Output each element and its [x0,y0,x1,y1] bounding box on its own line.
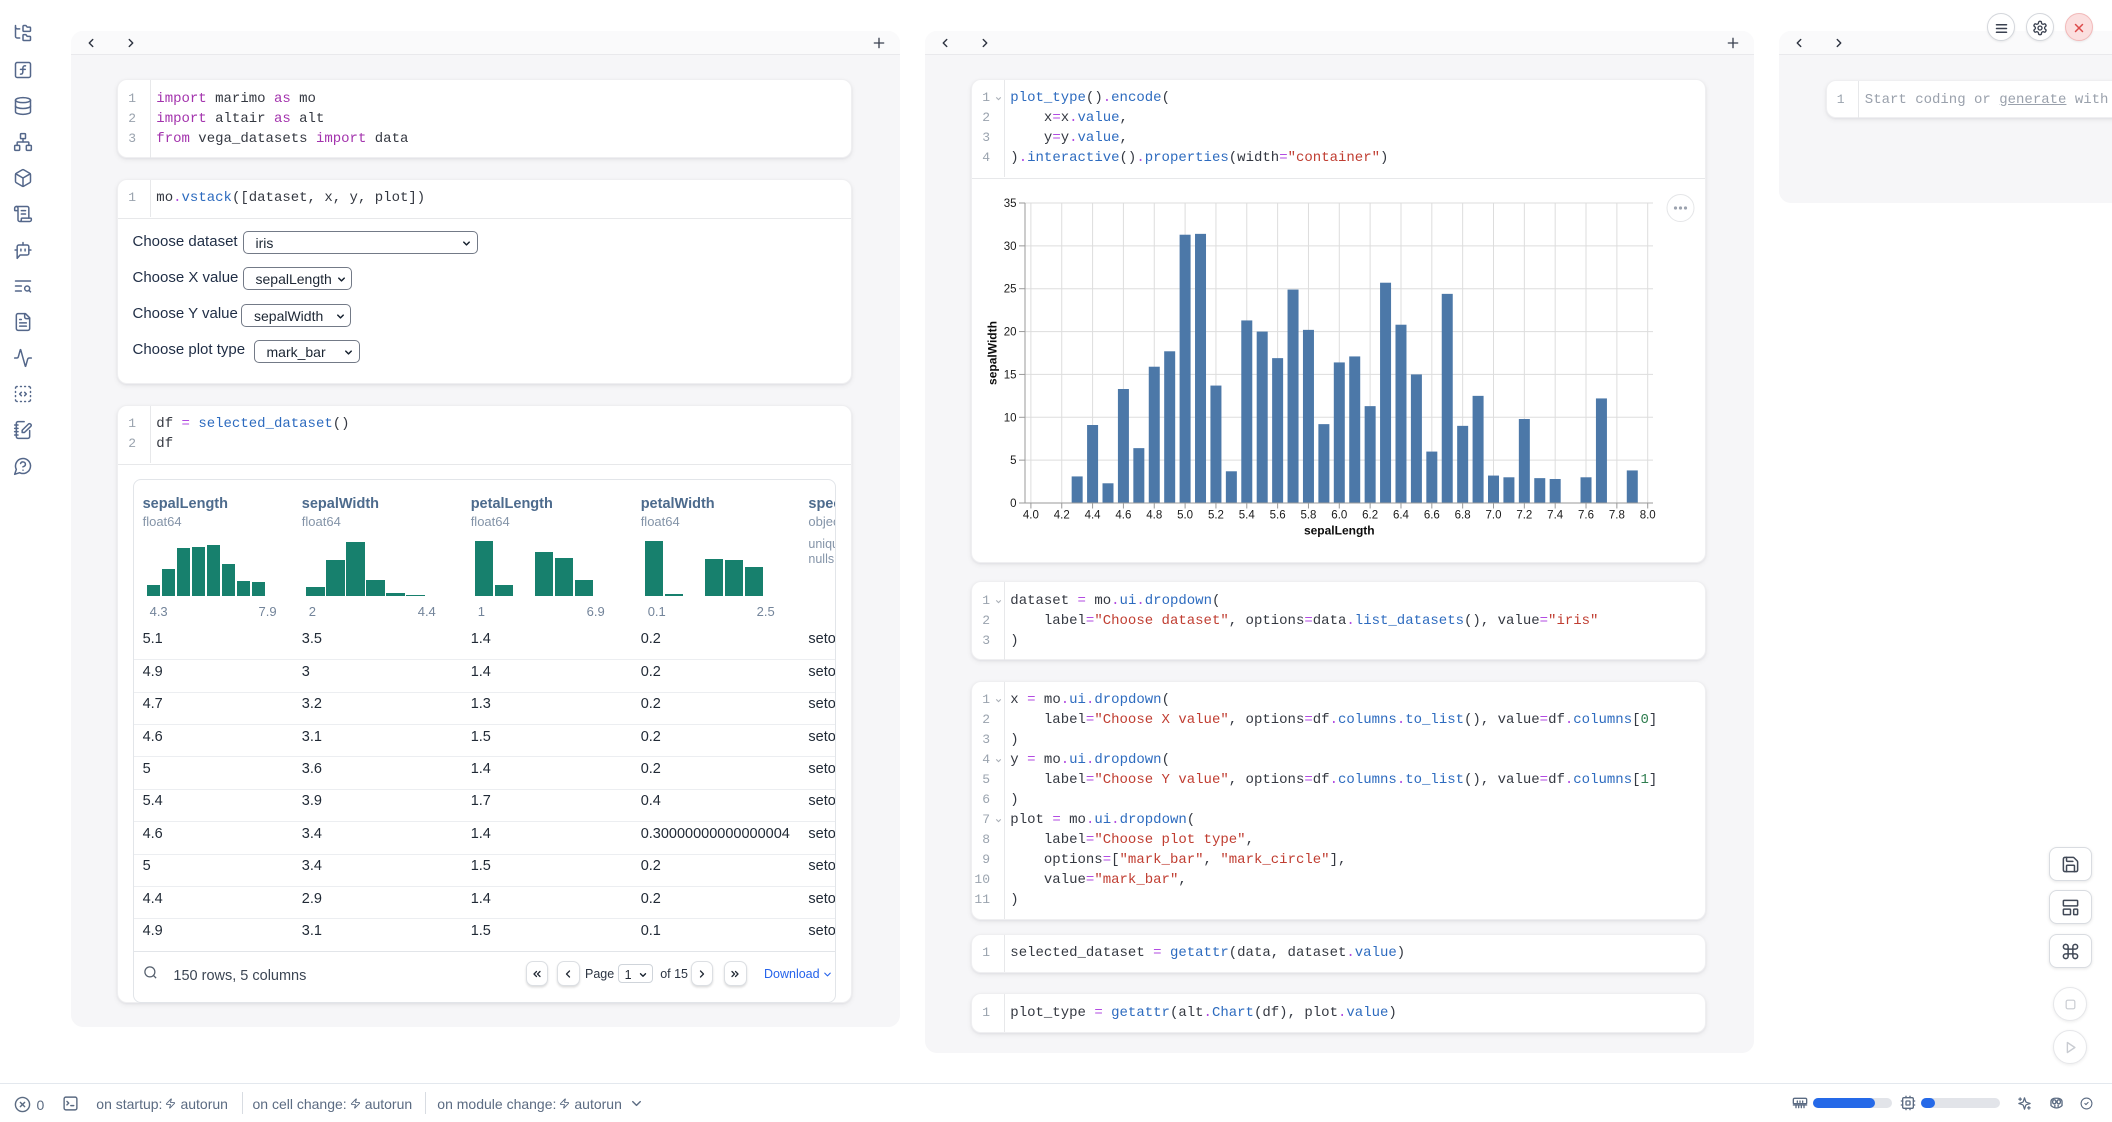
svg-text:20: 20 [1004,326,1017,338]
svg-text:15: 15 [1004,369,1017,381]
svg-text:5: 5 [1010,455,1016,467]
svg-text:7.4: 7.4 [1547,509,1564,521]
svg-text:0: 0 [1010,498,1016,510]
svg-text:5.4: 5.4 [1239,509,1256,521]
svg-text:4.8: 4.8 [1146,509,1162,521]
svg-text:25: 25 [1004,283,1017,295]
svg-text:5.0: 5.0 [1177,509,1193,521]
svg-text:5.2: 5.2 [1208,509,1224,521]
svg-text:8.0: 8.0 [1640,509,1656,521]
svg-text:5.8: 5.8 [1300,509,1316,521]
svg-text:6.0: 6.0 [1331,509,1347,521]
svg-text:4.4: 4.4 [1085,509,1102,521]
svg-text:4.2: 4.2 [1054,509,1070,521]
svg-text:5.6: 5.6 [1270,509,1286,521]
svg-text:6.6: 6.6 [1424,509,1440,521]
svg-text:7.0: 7.0 [1486,509,1502,521]
svg-text:7.6: 7.6 [1578,509,1594,521]
svg-text:4.6: 4.6 [1115,509,1131,521]
svg-text:6.4: 6.4 [1393,509,1410,521]
svg-text:7.8: 7.8 [1609,509,1625,521]
svg-text:7.2: 7.2 [1516,509,1532,521]
svg-text:4.0: 4.0 [1023,509,1039,521]
svg-text:6.2: 6.2 [1362,509,1378,521]
svg-text:sepalWidth: sepalWidth [986,321,1000,385]
svg-text:10: 10 [1004,412,1017,424]
svg-text:6.8: 6.8 [1455,509,1471,521]
svg-text:35: 35 [1004,198,1017,210]
svg-text:sepalLength: sepalLength [1304,523,1375,537]
svg-text:30: 30 [1004,240,1017,252]
